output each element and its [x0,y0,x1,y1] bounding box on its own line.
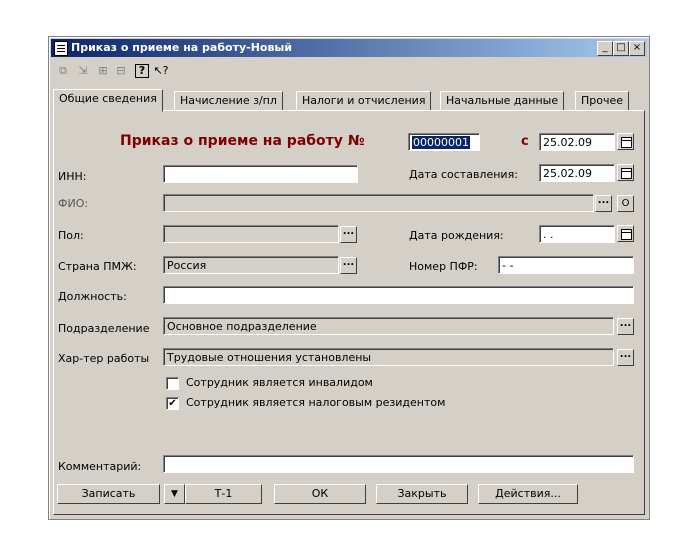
maximize-button[interactable]: □ [613,41,629,56]
actions-button[interactable]: Действия... [478,484,578,504]
department-field[interactable]: Основное подразделение [163,317,614,335]
position-label: Должность: [58,290,127,303]
department-select-button[interactable]: ... [617,318,634,335]
birth-date-field[interactable]: . . [539,225,615,243]
work-nature-field[interactable]: Трудовые отношения установлены [163,348,614,366]
country-label: Страна ПМЖ: [58,260,137,273]
fio-field[interactable] [163,194,594,212]
tab-initial-data[interactable]: Начальные данные [440,91,565,111]
help-icon[interactable]: ? [135,64,149,78]
move-icon[interactable]: ⇲ [75,63,91,79]
fio-select-button[interactable]: ... [595,195,612,212]
calendar-icon[interactable] [617,164,634,181]
country-field[interactable]: Россия [163,256,339,274]
resident-checkbox[interactable]: ✔ [166,397,179,410]
tab-salary[interactable]: Начисление з/пл [174,91,283,111]
disabled-label: Сотрудник является инвалидом [186,376,373,389]
department-label: Подразделение [58,322,150,335]
order-heading: Приказ о приеме на работу № [120,133,365,149]
comment-field[interactable] [163,455,634,473]
calendar-icon[interactable] [617,133,634,150]
tab-taxes[interactable]: Налоги и отчисления [296,91,432,111]
date-compiled-field[interactable]: 25.02.09 [539,164,615,182]
toolbar: ⧉ ⇲ ⊞ ⊟ ? ↖? [53,61,645,81]
copy-icon[interactable]: ⧉ [55,63,71,79]
ok-button[interactable]: ОК [274,484,366,504]
inn-label: ИНН: [58,170,87,183]
order-window: Приказ о приеме на работу-Новый _ □ × ⧉ … [48,36,650,520]
tab-general[interactable]: Общие сведения [53,89,163,112]
gender-label: Пол: [58,229,84,242]
document-icon [54,41,68,56]
tab-strip: Общие сведения Начисление з/пл Налоги и … [53,89,645,112]
table-icon[interactable]: ⊟ [113,63,129,79]
close-button[interactable]: Закрыть [376,484,468,504]
inn-field[interactable] [163,165,358,183]
date-compiled-label: Дата составления: [409,168,518,181]
minimize-button[interactable]: _ [597,41,613,56]
comment-label: Комментарий: [58,460,142,473]
birth-date-label: Дата рождения: [409,229,504,242]
position-field[interactable] [163,286,634,304]
whats-this-icon[interactable]: ↖? [153,63,169,79]
title-bar[interactable]: Приказ о приеме на работу-Новый _ □ × [51,39,647,57]
close-window-button[interactable]: × [629,41,645,56]
dropdown-arrow-icon[interactable]: ▼ [164,484,185,504]
country-select-button[interactable]: ... [340,257,357,274]
window-title: Приказ о приеме на работу-Новый [71,41,293,54]
resident-label: Сотрудник является налоговым резидентом [186,396,446,409]
grid-icon[interactable]: ⊞ [95,63,111,79]
from-date-field[interactable]: 25.02.09 [539,133,615,151]
pfr-label: Номер ПФР: [409,260,478,273]
save-button[interactable]: Записать [57,484,160,504]
work-nature-label: Хар-тер работы [58,352,150,365]
pfr-field[interactable]: - - [498,256,634,274]
calendar-icon[interactable] [617,225,634,242]
order-number-field[interactable]: 00000001 [408,133,480,151]
gender-select-button[interactable]: ... [340,226,357,243]
tab-other[interactable]: Прочее [575,91,630,111]
fio-o-button[interactable]: О [617,195,634,212]
t1-button[interactable]: Т-1 [185,484,262,504]
order-number-value: 00000001 [412,136,470,149]
from-label: с [521,134,529,149]
work-nature-select-button[interactable]: ... [617,349,634,366]
fio-label: ФИО: [58,197,89,210]
gender-field[interactable] [163,225,339,243]
disabled-checkbox[interactable] [166,377,179,390]
